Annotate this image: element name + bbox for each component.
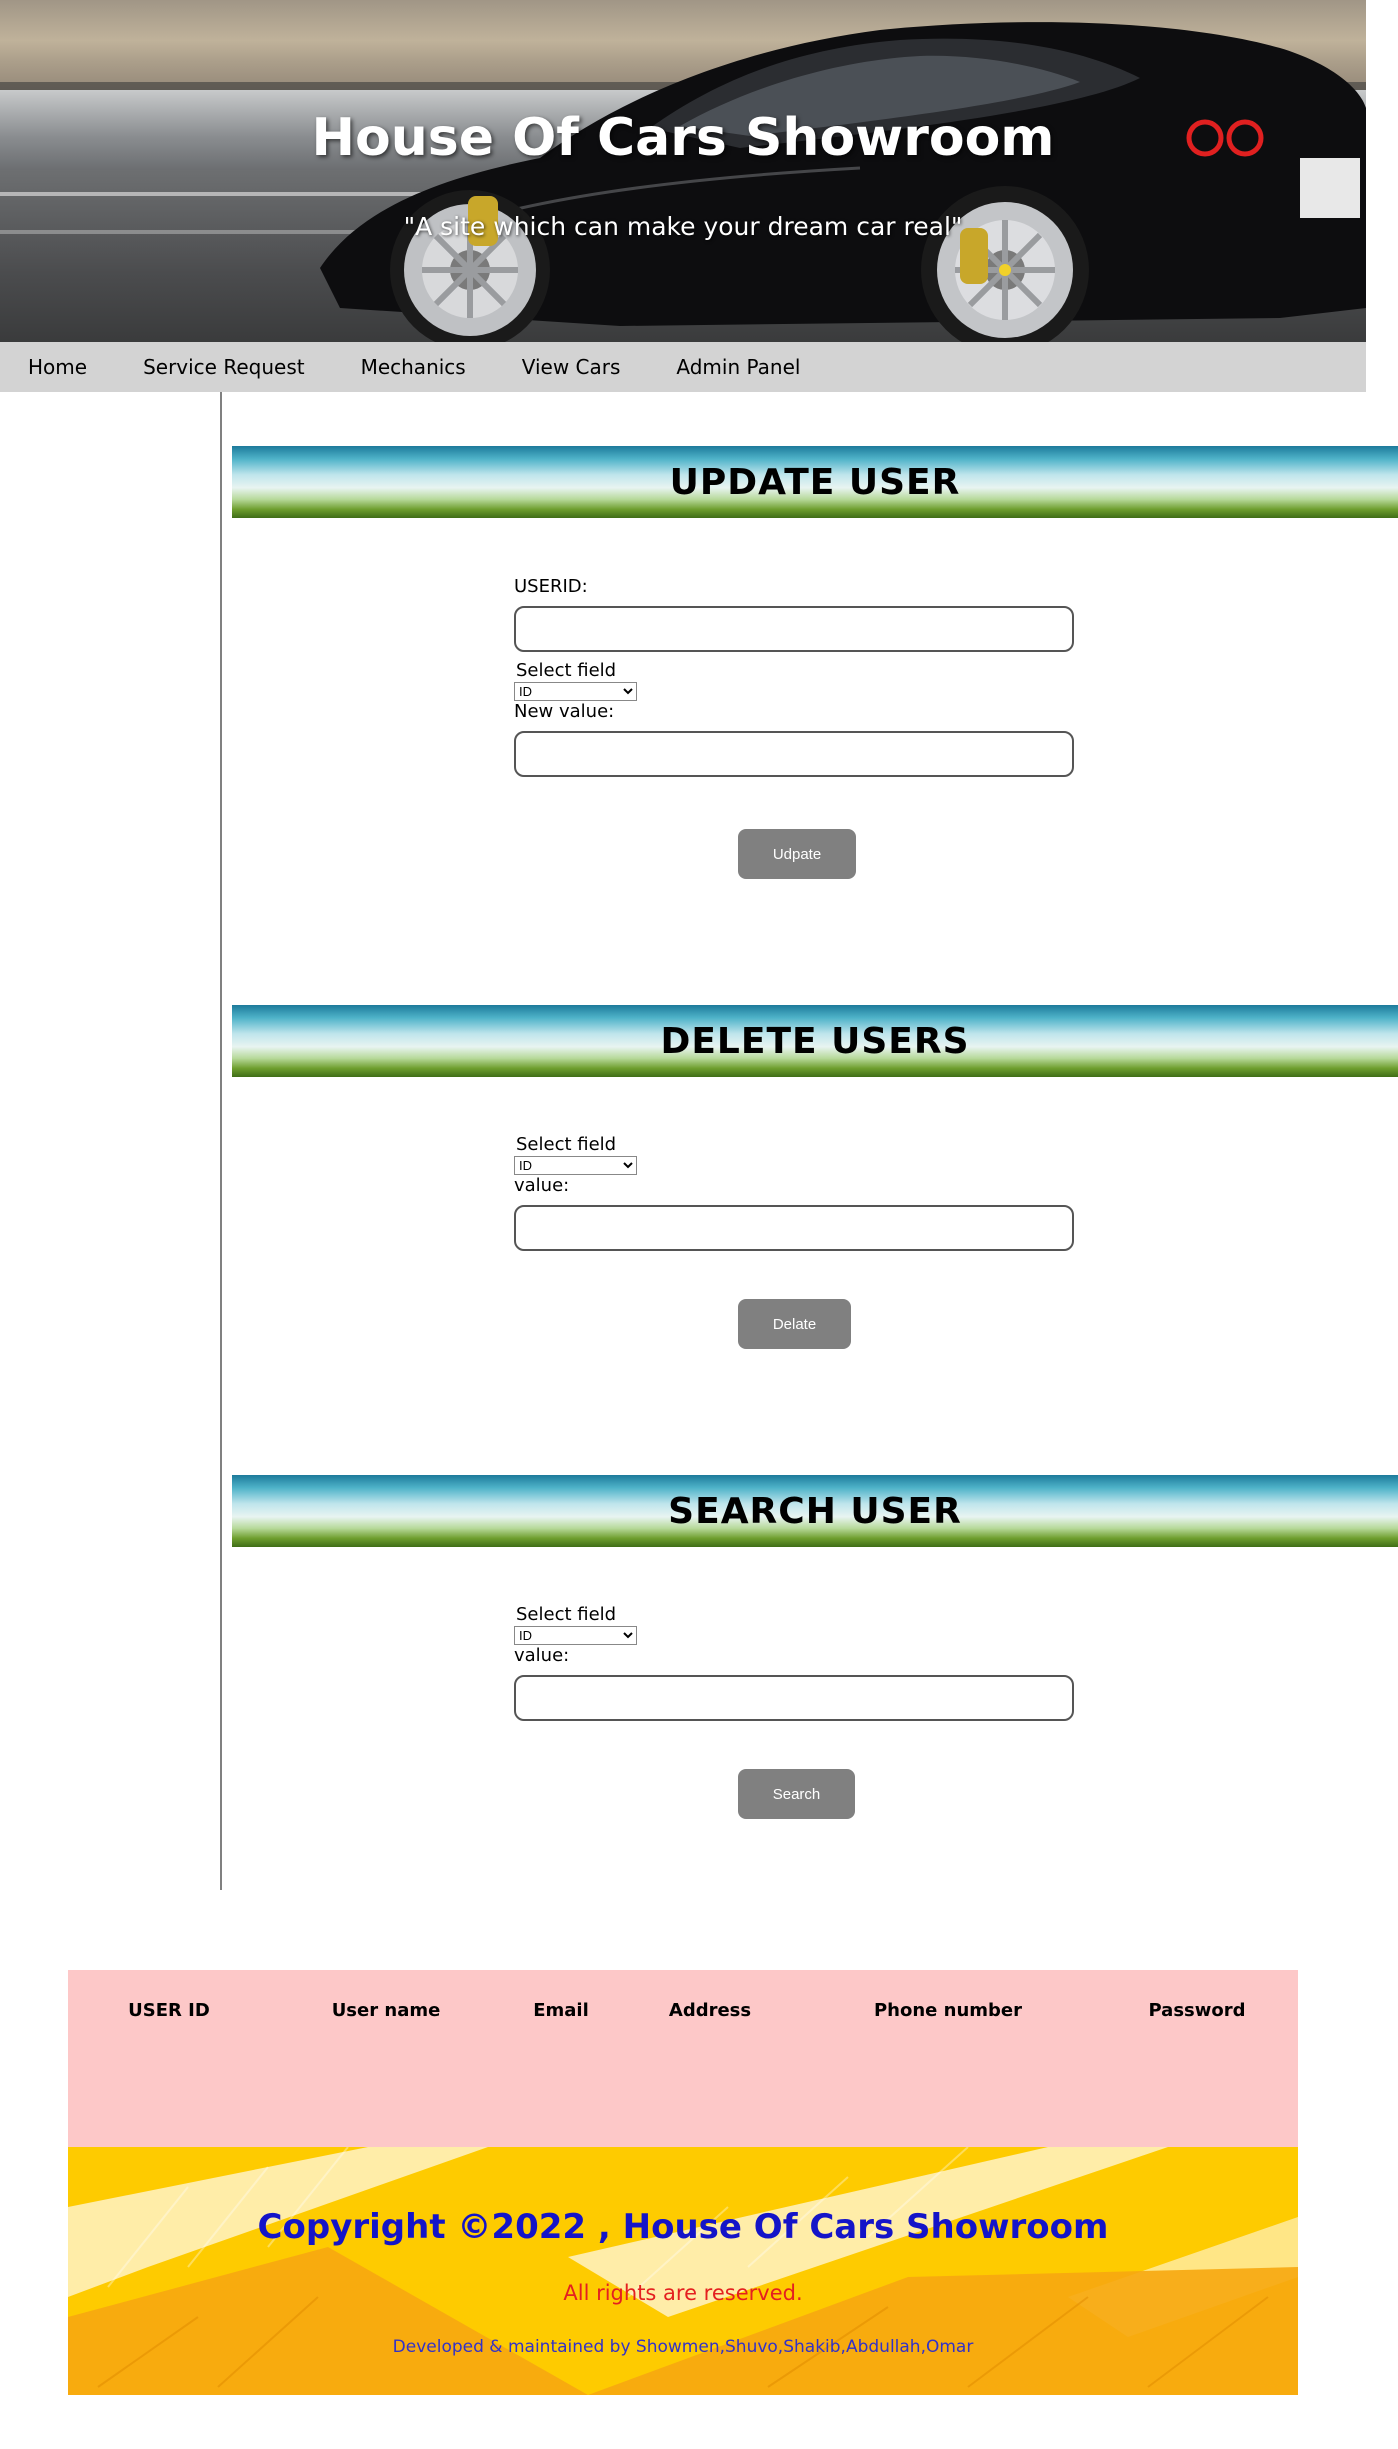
search-button[interactable]: Search (738, 1769, 855, 1819)
update-user-heading: UPDATE USER (669, 461, 961, 503)
nav-mechanics[interactable]: Mechanics (333, 342, 494, 392)
delete-users-heading: DELETE USERS (660, 1020, 970, 1062)
update-user-banner: UPDATE USER (232, 446, 1398, 518)
nav-service-request[interactable]: Service Request (115, 342, 333, 392)
nav-admin-panel[interactable]: Admin Panel (648, 342, 828, 392)
site-footer: Copyright ©2022 , House Of Cars Showroom… (68, 2147, 1298, 2395)
footer-rights: All rights are reserved. (563, 2281, 803, 2305)
footer-copyright: Copyright ©2022 , House Of Cars Showroom (257, 2207, 1109, 2247)
search-user-form: Select field ID value: (514, 1604, 1074, 1729)
update-button[interactable]: Udpate (738, 829, 856, 879)
update-field-select[interactable]: ID (514, 682, 637, 701)
sports-car-image (320, 22, 1366, 342)
column-header-address: Address (668, 2000, 752, 2021)
search-value-input[interactable] (514, 1675, 1074, 1721)
delete-value-input[interactable] (514, 1205, 1074, 1251)
column-header-phone-number: Phone number (873, 2000, 1023, 2021)
delete-select-label: Select field (516, 1134, 617, 1155)
new-value-input[interactable] (514, 731, 1074, 777)
delete-users-form: Select field ID value: (514, 1134, 1074, 1259)
delete-button[interactable]: Delate (738, 1299, 851, 1349)
update-select-label: Select field (516, 660, 617, 681)
sidebar-divider (220, 392, 222, 1890)
userid-label: USERID: (514, 576, 588, 597)
site-tagline: "A site which can make your dream car re… (403, 212, 963, 241)
search-user-banner: SEARCH USER (232, 1475, 1398, 1547)
delete-value-label: value: (514, 1175, 570, 1196)
main-nav: Home Service Request Mechanics View Cars… (0, 342, 1366, 392)
search-field-select[interactable]: ID (514, 1626, 637, 1645)
search-value-label: value: (514, 1645, 570, 1666)
column-header-password: Password (1148, 2000, 1246, 2021)
column-header-user-id: USER ID (128, 2000, 210, 2021)
footer-developers: Developed & maintained by Showmen,Shuvo,… (392, 2337, 974, 2357)
search-user-heading: SEARCH USER (668, 1490, 962, 1532)
delete-users-banner: DELETE USERS (232, 1005, 1398, 1077)
column-header-email: Email (533, 2000, 589, 2021)
nav-home[interactable]: Home (0, 342, 115, 392)
new-value-label: New value: (514, 701, 615, 722)
column-header-user-name: User name (331, 2000, 441, 2021)
delete-field-select[interactable]: ID (514, 1156, 637, 1175)
search-select-label: Select field (516, 1604, 617, 1625)
site-title: House Of Cars Showroom (311, 108, 1055, 168)
nav-view-cars[interactable]: View Cars (494, 342, 649, 392)
tire-track-pattern (68, 2147, 1298, 2395)
site-header: House Of Cars Showroom "A site which can… (0, 0, 1366, 342)
update-user-form: USERID: Select field ID New value: (514, 576, 1074, 785)
users-result-table: USER ID User name Email Address Phone nu… (68, 1970, 1298, 2147)
userid-input[interactable] (514, 606, 1074, 652)
